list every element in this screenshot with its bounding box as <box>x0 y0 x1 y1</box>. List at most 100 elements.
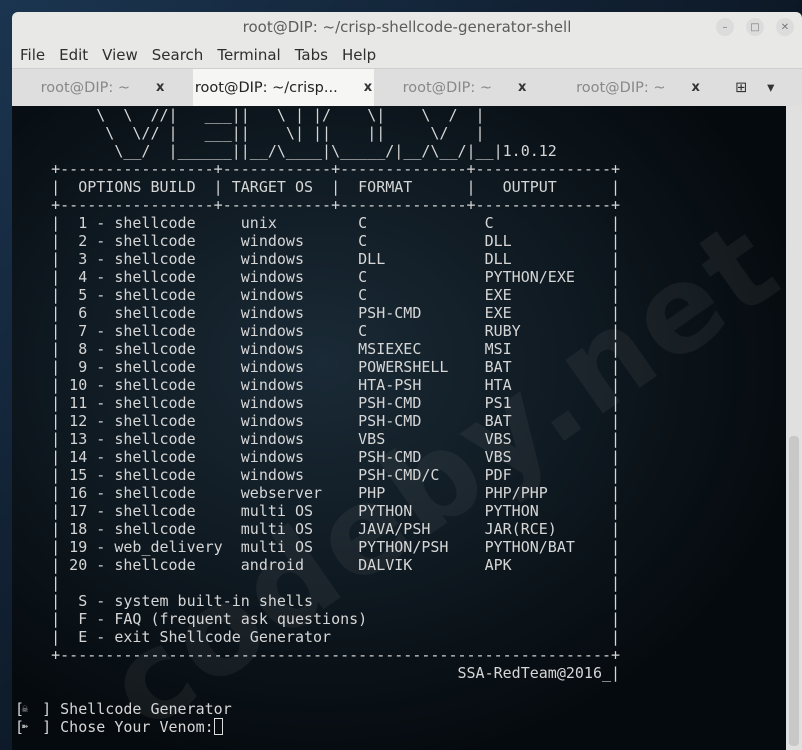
tab-2[interactable]: root@DIP: ~/crisp... x <box>193 69 374 106</box>
option-separator: - <box>96 250 106 268</box>
tab-1[interactable]: root@DIP: ~ x <box>12 69 193 106</box>
menu-file[interactable]: File <box>12 46 51 64</box>
table-divider: | <box>611 430 621 448</box>
option-build: shellcode <box>114 394 196 412</box>
table-divider: | <box>51 412 61 430</box>
minimize-icon[interactable]: – <box>716 18 734 36</box>
format: PSH-CMD <box>358 304 422 322</box>
table-divider: | <box>51 178 61 196</box>
option-separator: - <box>96 322 106 340</box>
table-border: +-----------------+------------+--------… <box>15 160 775 178</box>
option-build: shellcode <box>114 232 196 250</box>
credit-text: SSA-RedTeam@2016_ <box>457 664 612 682</box>
menu-search[interactable]: Search <box>144 46 210 64</box>
format: POWERSHELL <box>358 358 449 376</box>
output: VBS <box>484 448 512 466</box>
format: C <box>358 268 368 286</box>
tab-3[interactable]: root@DIP: ~ x <box>374 69 555 106</box>
format: PSH-CMD <box>358 448 422 466</box>
close-icon[interactable]: ✕ <box>776 18 794 36</box>
table-row: | | 13- shellcode windows VBS VBS <box>15 430 775 448</box>
table-divider: | <box>611 394 621 412</box>
option-number: 5 <box>78 286 88 304</box>
option-build: shellcode <box>114 286 196 304</box>
close-tab-icon[interactable]: x <box>692 80 700 95</box>
output: DLL <box>484 232 512 250</box>
table-divider: | <box>51 520 61 538</box>
scrollbar-thumb[interactable] <box>789 436 799 746</box>
target-os: unix <box>240 214 277 232</box>
option-build: shellcode <box>114 322 196 340</box>
scrollbar[interactable] <box>786 106 802 750</box>
input-cursor[interactable] <box>213 718 223 735</box>
menu-edit[interactable]: Edit <box>51 46 94 64</box>
target-os: android <box>240 556 304 574</box>
table-divider: | <box>611 502 621 520</box>
tab-4[interactable]: root@DIP: ~ x <box>555 69 721 106</box>
table-divider: | <box>611 304 621 322</box>
menu-tabs[interactable]: Tabs <box>287 46 334 64</box>
table-row: | | 19- web_delivery multi OS PYTHON/PSH PYTHO… <box>15 538 775 556</box>
option-separator: - <box>96 484 106 502</box>
table-row: | | 18- shellcode multi OS JAVA/PSH JAR(RCE) <box>15 520 775 538</box>
option-number: 9 <box>78 358 88 376</box>
terminal-window: root@DIP: ~/crisp-shellcode-generator-sh… <box>12 12 802 750</box>
option-number: 2 <box>78 232 88 250</box>
table-row: | | 5- shellcode windows C EXE <box>15 286 775 304</box>
close-tab-icon[interactable]: x <box>364 80 372 95</box>
output: BAT <box>484 358 512 376</box>
output: VBS <box>484 430 512 448</box>
tab-label: root@DIP: ~ <box>402 79 492 96</box>
target-os: windows <box>240 250 304 268</box>
option-build: shellcode <box>114 304 196 322</box>
tab-list-chevron-down-icon[interactable]: ▾ <box>767 80 774 96</box>
format: C <box>358 286 368 304</box>
target-os: windows <box>240 232 304 250</box>
option-separator: - <box>96 376 106 394</box>
table-divider: | <box>51 574 61 592</box>
target-os: windows <box>240 466 304 484</box>
option-build: shellcode <box>114 340 196 358</box>
format: PSH-CMD <box>358 412 422 430</box>
option-separator: - <box>96 358 106 376</box>
output: HTA <box>484 376 512 394</box>
option-number: 7 <box>78 322 88 340</box>
table-divider: | <box>51 448 61 466</box>
target-os: windows <box>240 322 304 340</box>
option-separator: - <box>96 556 106 574</box>
close-tab-icon[interactable]: x <box>518 80 526 95</box>
ascii-art-line: \ \ //| ___|| \ | |/ \| \ / | <box>15 106 775 124</box>
format: PYTHON <box>358 502 413 520</box>
table-divider: | <box>611 448 621 466</box>
close-tab-icon[interactable]: x <box>156 80 164 95</box>
bracket: ] <box>42 700 52 718</box>
menu-terminal[interactable]: Terminal <box>209 46 286 64</box>
format: PYTHON/PSH <box>358 538 449 556</box>
header-format: FORMAT <box>358 178 413 196</box>
terminal-output[interactable]: codeby.net \ \ //| ___|| \ | |/ \| \ / |… <box>12 106 786 750</box>
prompt-line: [➽] Chose Your Venom: <box>15 718 775 736</box>
format: PHP <box>358 484 386 502</box>
target-os: windows <box>240 430 304 448</box>
target-os: windows <box>240 304 304 322</box>
output: C <box>484 214 494 232</box>
table-divider: | <box>51 358 61 376</box>
option-number: 12 <box>69 412 88 430</box>
menu-view[interactable]: View <box>94 46 144 64</box>
table-row: | | 14- shellcode windows PSH-CMD VBS <box>15 448 775 466</box>
new-tab-icon[interactable]: ⊞ <box>735 80 747 96</box>
menu-option: | | F - FAQ (frequent ask questions) <box>15 610 775 628</box>
table-divider: | <box>611 340 621 358</box>
table-divider: | <box>611 268 621 286</box>
target-os: windows <box>240 286 304 304</box>
format: PSH-CMD <box>358 394 422 412</box>
maximize-icon[interactable]: □ <box>746 18 764 36</box>
window-title: root@DIP: ~/crisp-shellcode-generator-sh… <box>242 18 572 36</box>
tab-label: root@DIP: ~/crisp... <box>194 79 338 96</box>
table-divider: | <box>611 412 621 430</box>
table-divider: | <box>611 484 621 502</box>
version-label: 1.0.12 <box>502 142 557 160</box>
option-separator: - <box>96 538 106 556</box>
ascii-art: \ \// | ___|| \| || || \/ | <box>105 124 485 142</box>
menu-help[interactable]: Help <box>334 46 382 64</box>
